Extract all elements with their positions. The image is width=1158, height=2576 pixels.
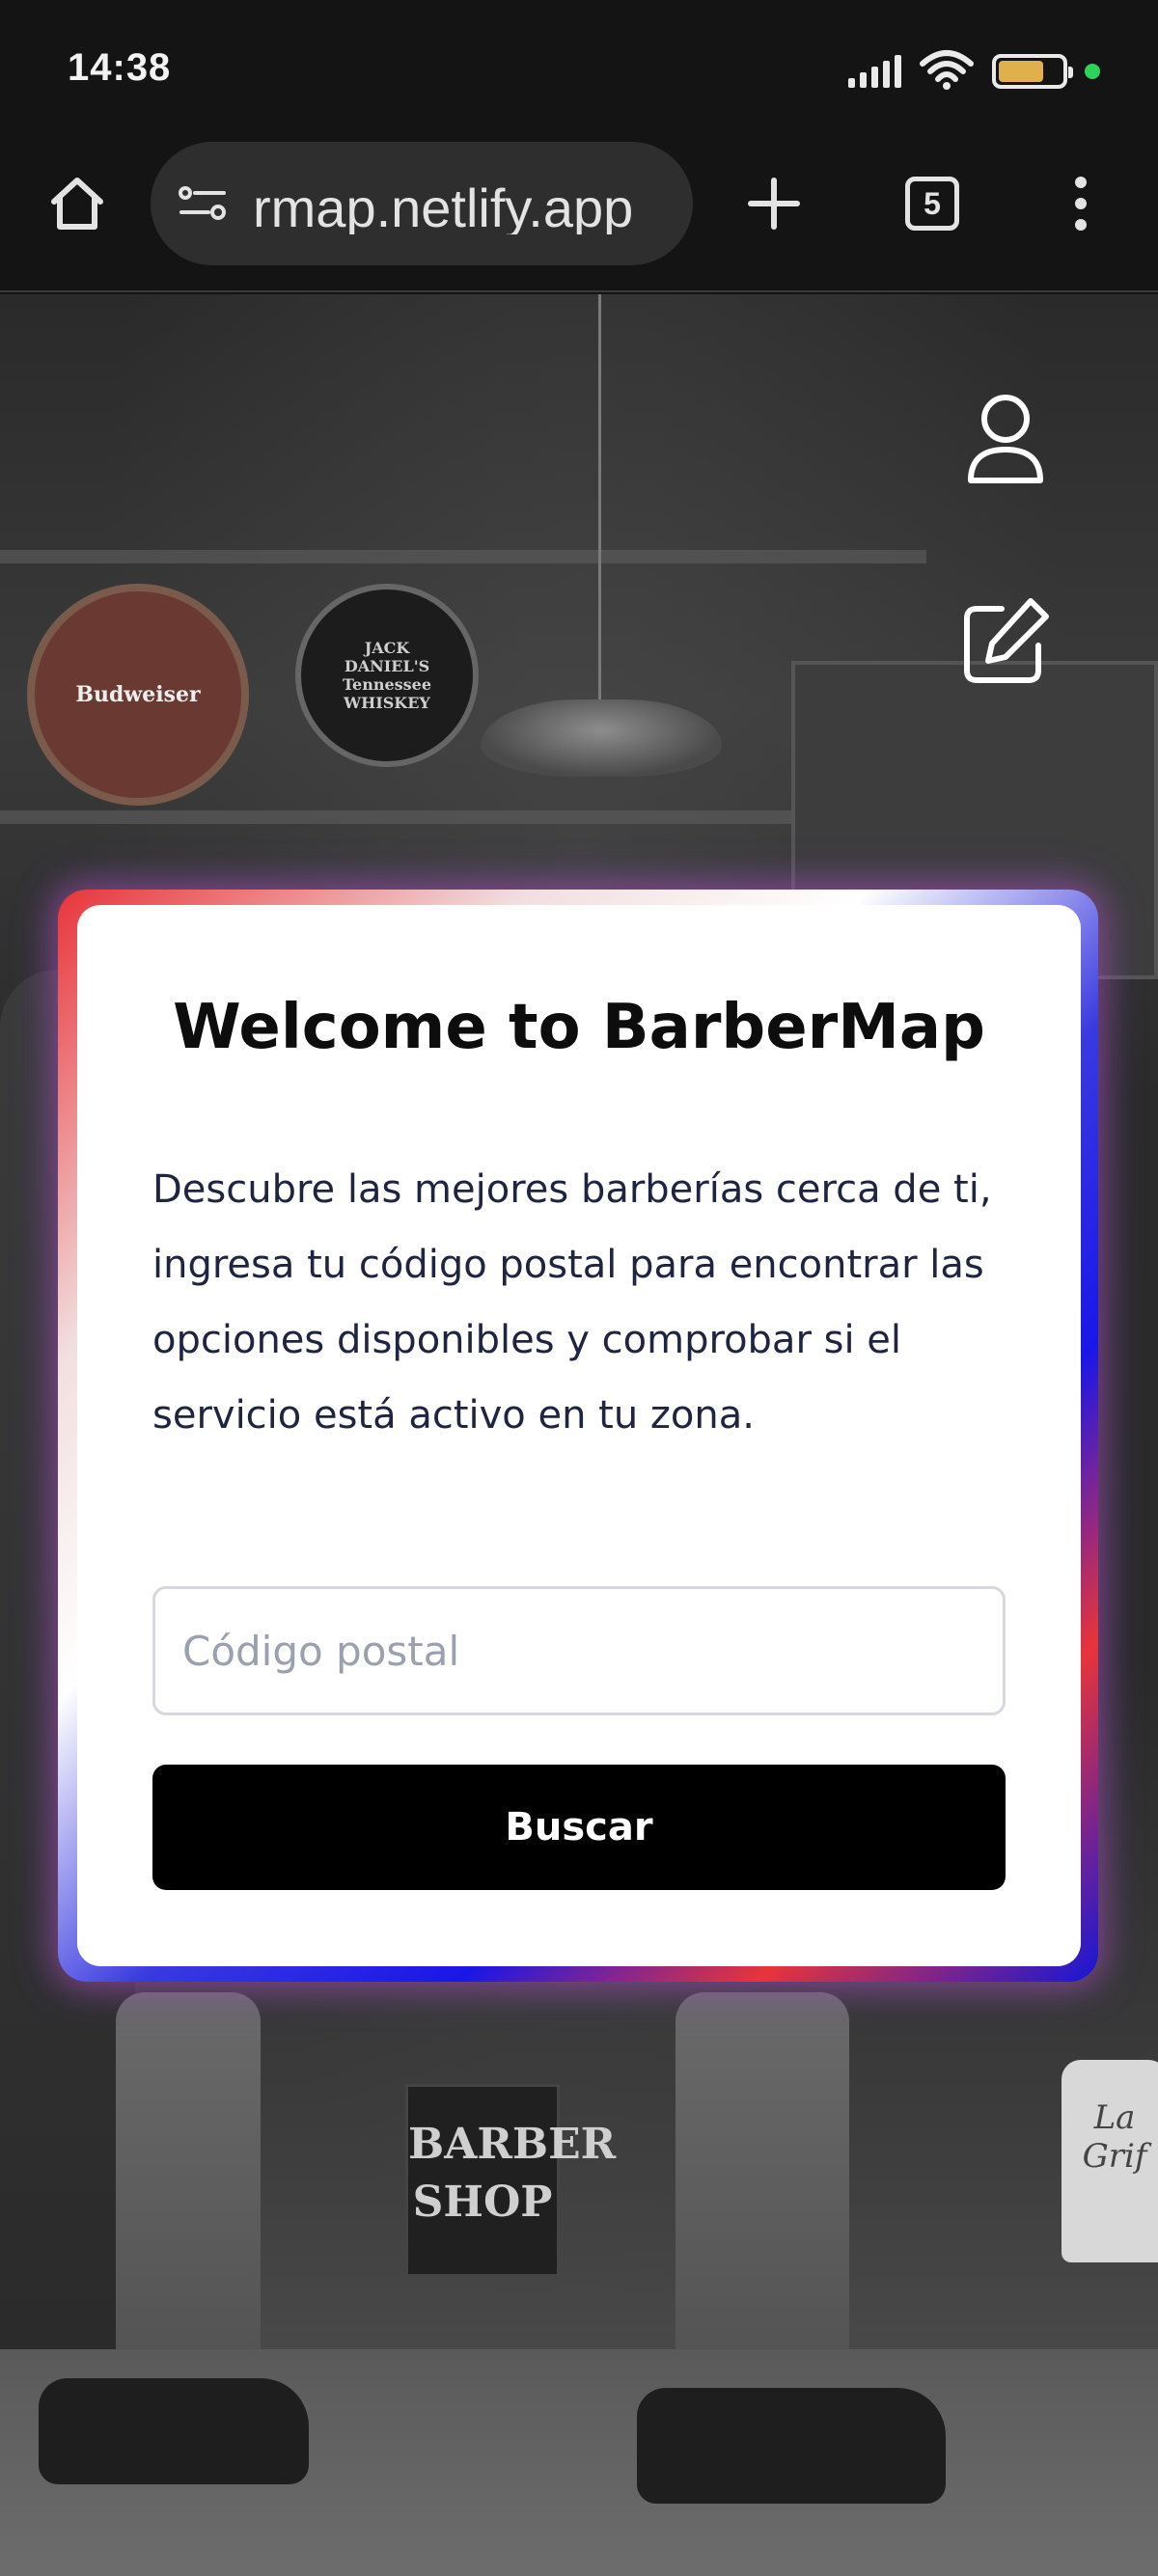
privacy-indicator-dot <box>1085 64 1100 79</box>
url-text: rmap.netlify.app <box>253 178 634 234</box>
browser-toolbar: rmap.netlify.app 5 <box>0 140 1158 292</box>
background-whiskey-sign: JACK DANIEL'S Tennessee WHISKEY <box>295 584 479 767</box>
address-bar[interactable]: rmap.netlify.app <box>151 142 693 265</box>
battery-icon <box>992 54 1073 89</box>
page-content: Budweiser JACK DANIEL'S Tennessee WHISKE… <box>0 294 1158 2576</box>
search-button[interactable]: Buscar <box>152 1765 1006 1890</box>
home-icon[interactable] <box>39 165 116 242</box>
background-lamp-cord <box>598 294 601 709</box>
background-shelf <box>0 550 926 563</box>
user-profile-icon[interactable] <box>957 391 1054 487</box>
battery-level <box>999 61 1044 82</box>
signal-icon <box>848 55 901 88</box>
background-shoe <box>637 2388 946 2504</box>
tabs-icon[interactable]: 5 <box>894 165 971 242</box>
welcome-card: Welcome to BarberMap Descubre las mejore… <box>77 905 1081 1966</box>
welcome-description: Descubre las mejores barberías cerca de … <box>152 1167 992 1438</box>
new-tab-icon[interactable] <box>735 165 813 242</box>
site-settings-icon[interactable] <box>174 175 232 233</box>
status-bar: 14:38 <box>0 0 1158 140</box>
background-barber-sign: BARBER SHOP <box>405 2084 616 2277</box>
status-icons <box>848 50 1100 93</box>
wifi-icon <box>919 48 975 95</box>
more-menu-icon[interactable] <box>1042 165 1119 242</box>
postal-code-input[interactable] <box>152 1586 1006 1715</box>
tab-count: 5 <box>905 177 959 231</box>
background-budweiser-sign: Budweiser <box>27 584 249 806</box>
background-bottle: La Grif <box>1062 2060 1158 2262</box>
background-shoe <box>39 2378 309 2484</box>
welcome-title: Welcome to BarberMap <box>173 992 985 1063</box>
status-time: 14:38 <box>68 46 172 89</box>
edit-icon[interactable] <box>957 593 1054 690</box>
background-lamp <box>481 699 722 777</box>
